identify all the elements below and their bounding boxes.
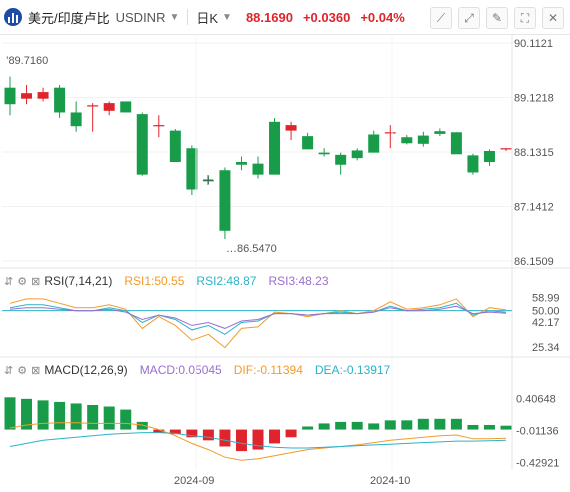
- macd-bar: [483, 424, 495, 430]
- macd-bar: [417, 418, 429, 430]
- candle-body: [87, 105, 99, 107]
- rsi-tick-label: 58.99: [532, 292, 560, 304]
- low-price-annotation: …86.5470: [226, 243, 277, 255]
- rsi-tick-label: 42.17: [532, 317, 560, 329]
- candle-body: [401, 137, 413, 144]
- macd-bar: [434, 418, 446, 430]
- candle-body: [467, 155, 479, 173]
- candle-body: [450, 132, 462, 155]
- price-tick-label: 87.1412: [514, 202, 554, 214]
- candle-body: [4, 87, 16, 105]
- price-tick-label: 90.1121: [514, 38, 553, 50]
- rsi-tick-label: 50.00: [532, 306, 560, 318]
- macd-bar: [219, 429, 231, 447]
- macd-bar: [467, 424, 479, 430]
- macd-bar: [335, 421, 347, 430]
- macd-bar: [202, 429, 214, 441]
- macd-tick-label: -0.01136: [516, 425, 559, 437]
- candle-body: [120, 101, 132, 113]
- price-tick-label: 89.1218: [514, 93, 554, 105]
- macd-bar: [103, 406, 115, 430]
- candle-body: [318, 152, 330, 155]
- candle-body: [169, 130, 181, 162]
- price-tick-label: 86.1509: [514, 256, 554, 268]
- macd-bar: [54, 401, 66, 430]
- macd-bar: [351, 421, 363, 430]
- macd-bar: [37, 400, 49, 430]
- macd-bar: [384, 420, 396, 430]
- macd-bar: [87, 404, 99, 430]
- x-tick-label: 2024-10: [370, 475, 410, 487]
- rsi-series-line: [9, 305, 507, 329]
- candle-body: [103, 103, 115, 111]
- macd-tick-label: 0.40648: [516, 393, 556, 405]
- candle-body: [70, 112, 82, 127]
- candle-body: [54, 87, 66, 113]
- macd-tick-label: -0.42921: [516, 458, 559, 470]
- candle-body: [500, 148, 512, 150]
- candle-body: [136, 114, 148, 175]
- chart-canvas[interactable]: 90.1121 89.1218 88.1315 87.1412 86.1509 ’89.7…: [0, 0, 570, 492]
- candle-body: [21, 93, 33, 99]
- macd-bar: [4, 397, 16, 430]
- candle-body: [368, 134, 380, 153]
- macd-bar: [401, 420, 413, 430]
- candle-body: [153, 125, 165, 127]
- macd-bar: [120, 409, 132, 430]
- candle-body: [235, 161, 247, 165]
- macd-bar: [70, 403, 82, 430]
- macd-bar: [368, 423, 380, 430]
- crosshair-icon: [203, 175, 213, 185]
- candle-body: [252, 163, 264, 175]
- macd-bar: [269, 429, 281, 444]
- macd-bar: [318, 423, 330, 430]
- macd-bar: [235, 429, 247, 452]
- candle-body: [269, 121, 281, 175]
- candle-body: [483, 150, 495, 162]
- candle-body: [417, 135, 429, 144]
- rsi-series-line: [9, 298, 507, 349]
- candle-body: [351, 150, 363, 159]
- candle-body: [434, 131, 446, 134]
- candle-body: [335, 154, 347, 165]
- candle-body: [37, 92, 49, 99]
- macd-bar: [285, 429, 297, 438]
- rsi-tick-label: 25.34: [532, 342, 560, 354]
- x-tick-label: 2024-09: [174, 475, 214, 487]
- price-tick-label: 88.1315: [514, 147, 554, 159]
- macd-bar: [450, 418, 462, 430]
- candle-body: [285, 125, 297, 131]
- candle-body: [384, 132, 396, 134]
- macd-bar: [302, 426, 314, 430]
- macd-bar: [500, 425, 512, 430]
- candle-body: [219, 170, 231, 231]
- candle-body: [302, 136, 314, 150]
- high-price-annotation: ’89.7160: [6, 55, 48, 67]
